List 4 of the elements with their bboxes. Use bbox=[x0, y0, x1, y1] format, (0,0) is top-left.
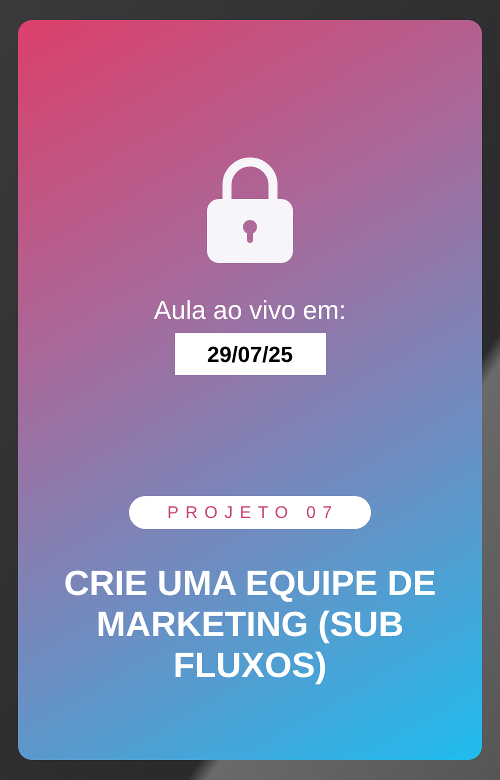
course-title: CRIE UMA EQUIPE DE MARKETING (SUB FLUXOS) bbox=[62, 563, 438, 686]
date-label: 29/07/25 bbox=[174, 333, 326, 375]
project-tag: PROJETO 07 bbox=[129, 496, 371, 529]
live-class-label: Aula ao vivo em: bbox=[154, 294, 346, 327]
